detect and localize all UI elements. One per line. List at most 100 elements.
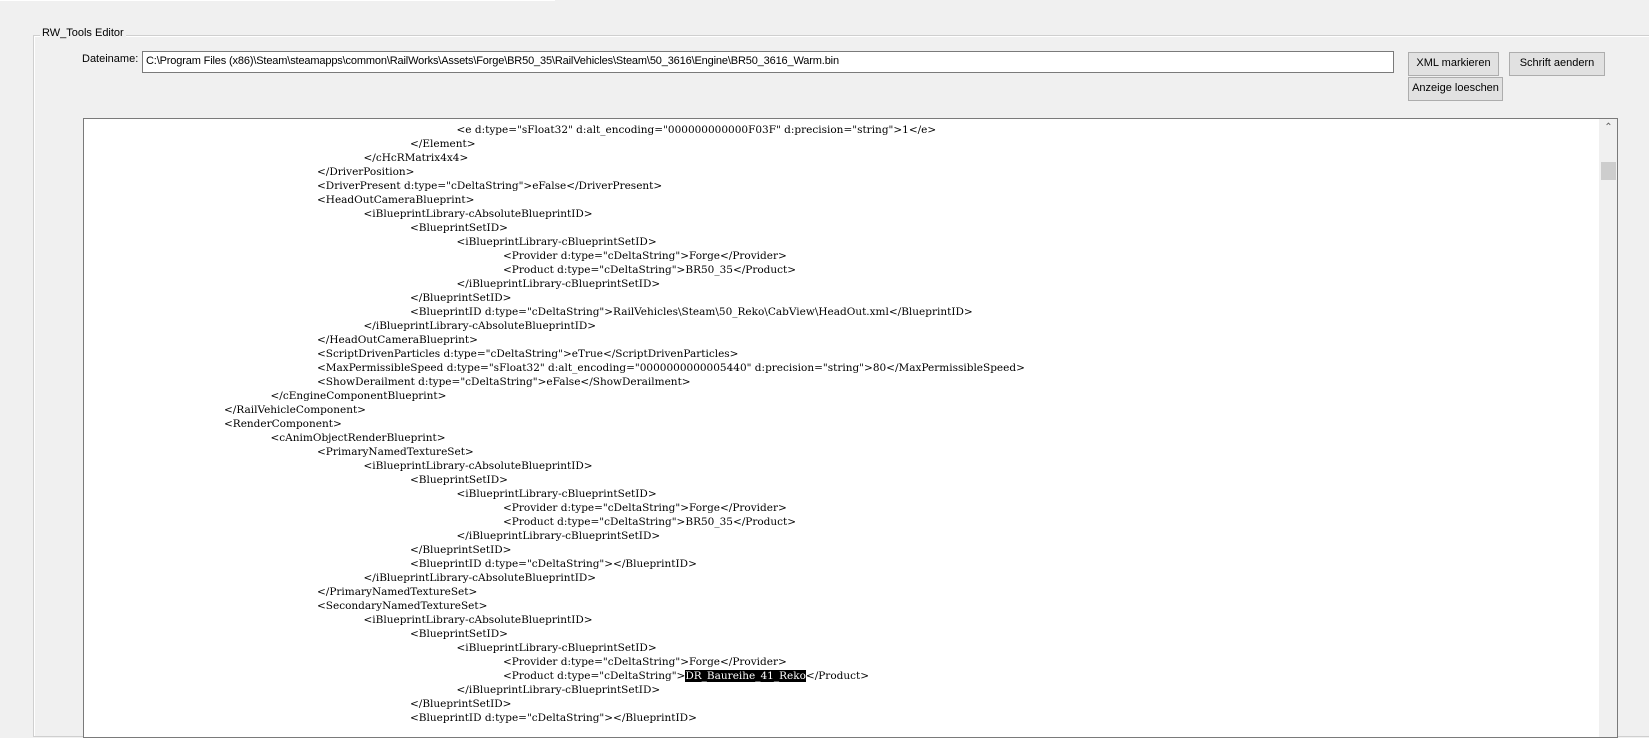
xml-line-text: <Product d:type="cDeltaString">BR50_35</… (503, 264, 797, 276)
xml-line: </iBlueprintLibrary-cBlueprintSetID> (84, 529, 1599, 543)
xml-line-text: </RailVehicleComponent> (224, 404, 366, 416)
xml-line: <BlueprintSetID> (84, 627, 1599, 641)
xml-line-text: </BlueprintSetID> (410, 544, 512, 556)
xml-selected-text: DR_Baureihe_41_Reko (685, 670, 806, 682)
xml-line-text: <ScriptDrivenParticles d:type="cDeltaStr… (317, 348, 739, 360)
xml-line-text: </cHcRMatrix4x4> (363, 152, 469, 164)
xml-line-text: </cEngineComponentBlueprint> (270, 390, 447, 402)
xml-line-text: <iBlueprintLibrary-cBlueprintSetID> (456, 236, 657, 248)
xml-line-text: <cAnimObjectRenderBlueprint> (270, 432, 446, 444)
filename-field[interactable]: C:\Program Files (x86)\Steam\steamapps\c… (142, 51, 1394, 73)
xml-line: </iBlueprintLibrary-cBlueprintSetID> (84, 277, 1599, 291)
xml-line: <Provider d:type="cDeltaString">Forge</P… (84, 655, 1599, 669)
xml-line: <BlueprintID d:type="cDeltaString">RailV… (84, 305, 1599, 319)
xml-line-text: <iBlueprintLibrary-cAbsoluteBlueprintID> (363, 614, 593, 626)
xml-line: <BlueprintSetID> (84, 473, 1599, 487)
filename-label: Dateiname: (82, 53, 139, 65)
group-box-title: RW_Tools Editor (40, 27, 126, 39)
xml-line: </PrimaryNamedTextureSet> (84, 585, 1599, 599)
xml-line: </DriverPosition> (84, 165, 1599, 179)
xml-line-text: <ShowDerailment d:type="cDeltaString">eF… (317, 376, 691, 388)
xml-line-text: <PrimaryNamedTextureSet> (317, 446, 474, 458)
xml-line: </iBlueprintLibrary-cBlueprintSetID> (84, 683, 1599, 697)
xml-line-text: <e d:type="sFloat32" d:alt_encoding="000… (456, 124, 937, 136)
xml-line: </Element> (84, 137, 1599, 151)
xml-line: <BlueprintSetID> (84, 221, 1599, 235)
xml-line-text: <DriverPresent d:type="cDeltaString">eFa… (317, 180, 663, 192)
xml-line-text: </PrimaryNamedTextureSet> (317, 586, 478, 598)
xml-line: </cHcRMatrix4x4> (84, 151, 1599, 165)
xml-line: <SecondaryNamedTextureSet> (84, 599, 1599, 613)
xml-line: <HeadOutCameraBlueprint> (84, 193, 1599, 207)
xml-line: <Product d:type="cDeltaString">BR50_35</… (84, 263, 1599, 277)
xml-line: <iBlueprintLibrary-cAbsoluteBlueprintID> (84, 459, 1599, 473)
xml-line-text: </iBlueprintLibrary-cBlueprintSetID> (456, 278, 661, 290)
xml-line: <PrimaryNamedTextureSet> (84, 445, 1599, 459)
xml-line-text: <SecondaryNamedTextureSet> (317, 600, 488, 612)
xml-line: <iBlueprintLibrary-cAbsoluteBlueprintID> (84, 207, 1599, 221)
scroll-thumb[interactable] (1601, 162, 1616, 180)
xml-line-text: <RenderComponent> (224, 418, 342, 430)
xml-line: <BlueprintID d:type="cDeltaString"></Blu… (84, 557, 1599, 571)
xml-line: <Provider d:type="cDeltaString">Forge</P… (84, 501, 1599, 515)
xml-line: <iBlueprintLibrary-cAbsoluteBlueprintID> (84, 613, 1599, 627)
xml-line: <Product d:type="cDeltaString">DR_Baurei… (84, 669, 1599, 683)
xml-line-text: </BlueprintSetID> (410, 698, 512, 710)
xml-line: <DriverPresent d:type="cDeltaString">eFa… (84, 179, 1599, 193)
xml-line-text: <iBlueprintLibrary-cBlueprintSetID> (456, 488, 657, 500)
xml-line-text-after: </Product> (805, 670, 870, 682)
xml-line-text: <BlueprintSetID> (410, 628, 508, 640)
xml-line-text: </iBlueprintLibrary-cAbsoluteBlueprintID… (363, 572, 597, 584)
xml-content: <e d:type="sFloat32" d:alt_encoding="000… (84, 123, 1599, 725)
xml-line: </RailVehicleComponent> (84, 403, 1599, 417)
xml-line-text: <iBlueprintLibrary-cBlueprintSetID> (456, 642, 657, 654)
xml-line: </iBlueprintLibrary-cAbsoluteBlueprintID… (84, 571, 1599, 585)
xml-line-text: </HeadOutCameraBlueprint> (317, 334, 478, 346)
xml-markieren-button[interactable]: XML markieren (1408, 52, 1499, 76)
xml-line: <ShowDerailment d:type="cDeltaString">eF… (84, 375, 1599, 389)
xml-line: <Product d:type="cDeltaString">BR50_35</… (84, 515, 1599, 529)
xml-text-area[interactable]: <e d:type="sFloat32" d:alt_encoding="000… (83, 118, 1618, 738)
xml-line-text: <BlueprintID d:type="cDeltaString">RailV… (410, 306, 973, 318)
xml-line-text: <Product d:type="cDeltaString">BR50_35</… (503, 516, 797, 528)
xml-line-text: <iBlueprintLibrary-cAbsoluteBlueprintID> (363, 460, 593, 472)
xml-line-text: <Product d:type="cDeltaString"> (503, 670, 686, 682)
xml-line-text: <BlueprintSetID> (410, 474, 508, 486)
xml-line: </cEngineComponentBlueprint> (84, 389, 1599, 403)
xml-line: <RenderComponent> (84, 417, 1599, 431)
xml-line: </BlueprintSetID> (84, 697, 1599, 711)
xml-line-text: </iBlueprintLibrary-cAbsoluteBlueprintID… (363, 320, 597, 332)
xml-line-text: </Element> (410, 138, 476, 150)
xml-line: <MaxPermissibleSpeed d:type="sFloat32" d… (84, 361, 1599, 375)
xml-line-text: <iBlueprintLibrary-cAbsoluteBlueprintID> (363, 208, 593, 220)
xml-line-text: <Provider d:type="cDeltaString">Forge</P… (503, 502, 787, 514)
title-bar-strip (0, 0, 555, 1)
xml-line: <iBlueprintLibrary-cBlueprintSetID> (84, 235, 1599, 249)
xml-line: <iBlueprintLibrary-cBlueprintSetID> (84, 641, 1599, 655)
xml-line: </HeadOutCameraBlueprint> (84, 333, 1599, 347)
xml-line-text: <BlueprintSetID> (410, 222, 508, 234)
xml-line: </iBlueprintLibrary-cAbsoluteBlueprintID… (84, 319, 1599, 333)
xml-line-text: </BlueprintSetID> (410, 292, 512, 304)
xml-line: <BlueprintID d:type="cDeltaString"></Blu… (84, 711, 1599, 725)
xml-line: <cAnimObjectRenderBlueprint> (84, 431, 1599, 445)
xml-line-text: <BlueprintID d:type="cDeltaString"></Blu… (410, 558, 697, 570)
xml-line-text: <HeadOutCameraBlueprint> (317, 194, 475, 206)
xml-line: </BlueprintSetID> (84, 291, 1599, 305)
xml-line-text: <MaxPermissibleSpeed d:type="sFloat32" d… (317, 362, 1025, 374)
xml-line: </BlueprintSetID> (84, 543, 1599, 557)
xml-line-text: </iBlueprintLibrary-cBlueprintSetID> (456, 530, 661, 542)
xml-line-text: </DriverPosition> (317, 166, 415, 178)
xml-line-text: </iBlueprintLibrary-cBlueprintSetID> (456, 684, 661, 696)
xml-line-text: <Provider d:type="cDeltaString">Forge</P… (503, 656, 787, 668)
scroll-up-arrow-icon[interactable]: ⌃ (1600, 119, 1617, 136)
xml-line-text: <Provider d:type="cDeltaString">Forge</P… (503, 250, 787, 262)
xml-line: <ScriptDrivenParticles d:type="cDeltaStr… (84, 347, 1599, 361)
xml-line-text: <BlueprintID d:type="cDeltaString"></Blu… (410, 712, 697, 724)
xml-line: <iBlueprintLibrary-cBlueprintSetID> (84, 487, 1599, 501)
anzeige-loeschen-button[interactable]: Anzeige loeschen (1408, 77, 1503, 101)
xml-line: <Provider d:type="cDeltaString">Forge</P… (84, 249, 1599, 263)
schrift-aendern-button[interactable]: Schrift aendern (1509, 52, 1605, 76)
vertical-scrollbar[interactable]: ⌃ (1599, 119, 1617, 737)
xml-line: <e d:type="sFloat32" d:alt_encoding="000… (84, 123, 1599, 137)
